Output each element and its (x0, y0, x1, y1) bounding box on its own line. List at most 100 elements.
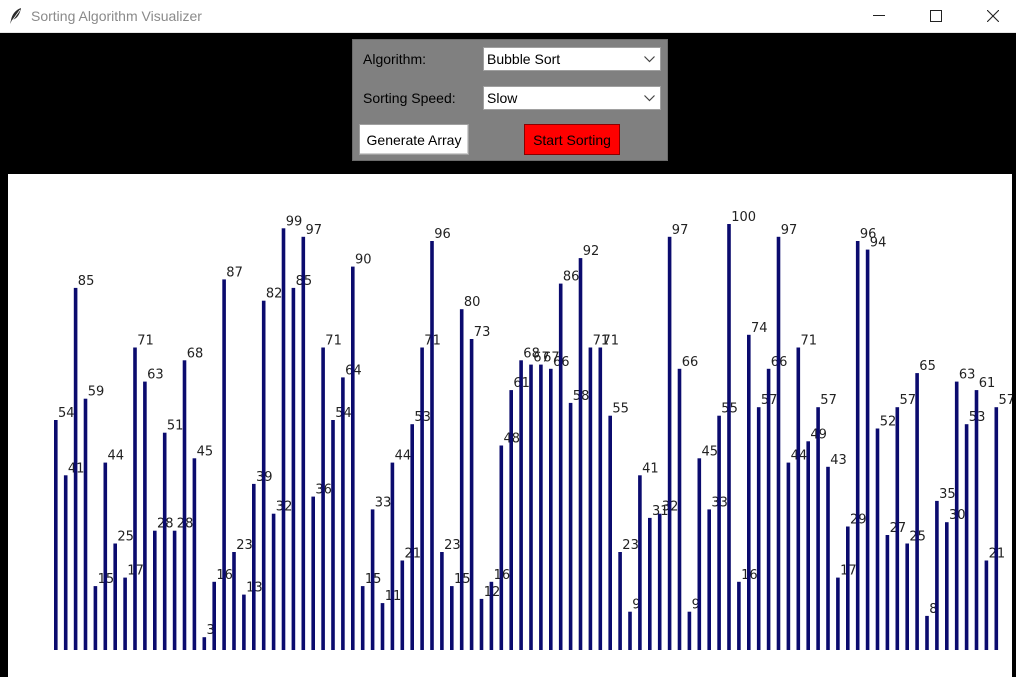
bar (915, 373, 919, 650)
bar-value-label: 44 (395, 449, 412, 464)
bar (63, 475, 68, 650)
bar-value-label: 57 (820, 393, 837, 408)
bar (153, 530, 157, 650)
bar (588, 347, 593, 650)
bar-value-label: 71 (603, 334, 620, 349)
bar-value-label: 44 (108, 449, 125, 464)
bar (816, 407, 820, 650)
bar (331, 420, 335, 650)
bar (271, 513, 276, 650)
bar-value-label: 57 (900, 393, 917, 408)
bar (776, 236, 781, 651)
maximize-icon (930, 10, 942, 22)
chevron-down-icon (644, 95, 655, 102)
bar-value-label: 71 (801, 334, 818, 349)
bar (133, 347, 137, 650)
bar (677, 368, 682, 650)
bar (766, 368, 771, 650)
bar (390, 462, 395, 650)
bar (103, 462, 108, 650)
bar (182, 360, 187, 650)
bar (143, 381, 147, 650)
bar (667, 236, 672, 651)
bar-value-label: 82 (266, 287, 283, 302)
bar (360, 586, 365, 650)
bar (885, 535, 890, 650)
bar (954, 381, 959, 650)
bar (846, 526, 850, 650)
bar (657, 513, 662, 650)
bar-value-label: 63 (147, 368, 164, 383)
maximize-button[interactable] (913, 0, 959, 32)
bar (301, 236, 306, 651)
bar (73, 287, 78, 650)
bar (855, 241, 860, 650)
bar (598, 347, 603, 650)
bar (806, 441, 810, 650)
bar-value-label: 57 (999, 393, 1013, 408)
bar-value-label: 66 (682, 355, 699, 370)
close-icon (987, 10, 999, 22)
bar (291, 287, 296, 650)
bar-value-label: 80 (464, 295, 481, 310)
bar-value-label: 71 (325, 334, 342, 349)
algorithm-select[interactable]: Bubble Sort (483, 47, 661, 71)
bar-value-label: 86 (563, 270, 580, 285)
start-sorting-button[interactable]: Start Sorting (524, 124, 620, 155)
bar (430, 241, 434, 650)
bar (697, 458, 702, 650)
bar-value-label: 68 (187, 346, 204, 361)
bar (380, 603, 385, 650)
bar (974, 390, 979, 650)
bar (549, 368, 553, 650)
bar (875, 428, 880, 650)
bar-value-label: 51 (167, 419, 184, 434)
control-panel: Algorithm: Bubble Sort Sorting Speed: Sl… (352, 39, 668, 161)
bar (628, 611, 632, 650)
bar-value-label: 25 (117, 530, 134, 545)
bar-value-label: 55 (612, 402, 629, 417)
bar (737, 581, 741, 650)
bar (321, 347, 325, 650)
bar (925, 615, 929, 650)
bar-value-label: 43 (830, 453, 847, 468)
bar (222, 279, 226, 650)
bar (479, 598, 484, 650)
bar-value-label: 54 (58, 406, 75, 421)
algorithm-label: Algorithm: (363, 51, 427, 67)
bar (895, 407, 900, 650)
bar (499, 445, 504, 650)
bar-value-label: 59 (88, 385, 105, 400)
bar-value-label: 41 (642, 461, 659, 476)
bar-value-label: 97 (672, 223, 689, 238)
bar-value-label: 96 (434, 227, 451, 242)
minimize-button[interactable] (856, 0, 902, 32)
close-button[interactable] (970, 0, 1016, 32)
bar-value-label: 35 (939, 487, 956, 502)
bar-value-label: 23 (622, 538, 639, 553)
speed-select[interactable]: Slow (483, 86, 661, 110)
bar-value-label: 73 (474, 325, 491, 340)
generate-array-button[interactable]: Generate Array (359, 124, 469, 155)
bar (113, 543, 117, 650)
feather-icon (10, 8, 21, 24)
bar-value-label: 100 (731, 210, 756, 225)
bar-value-label: 33 (375, 495, 392, 510)
bar-value-label: 65 (919, 359, 936, 374)
bar (242, 594, 246, 650)
bar (568, 402, 573, 650)
bar (648, 517, 652, 650)
bar-value-label: 63 (959, 368, 976, 383)
bar (687, 611, 692, 650)
speed-label: Sorting Speed: (363, 90, 456, 106)
bar (93, 586, 98, 650)
bar (558, 283, 563, 650)
bar-value-label: 99 (286, 214, 303, 229)
bar (865, 249, 870, 650)
bar-value-label: 87 (226, 265, 243, 280)
bar (450, 586, 454, 650)
bar (202, 637, 207, 650)
bar-value-label: 52 (880, 415, 897, 430)
bar (519, 360, 523, 650)
bar (252, 483, 256, 650)
